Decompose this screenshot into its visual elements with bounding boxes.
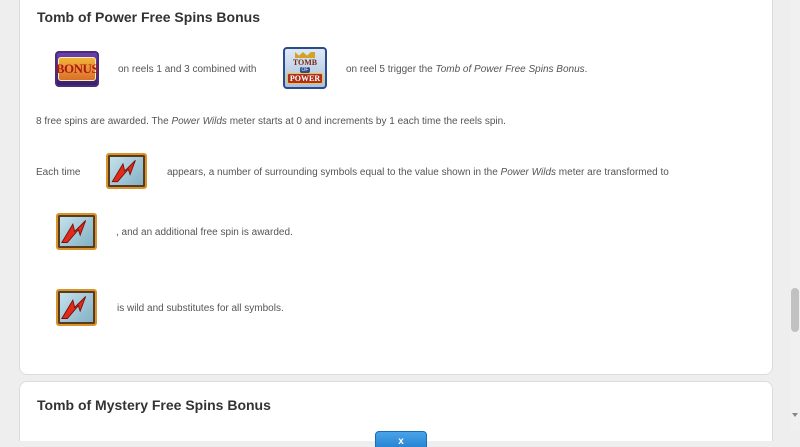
power-wild-symbol-icon <box>56 289 97 326</box>
wild-substitute-text: is wild and substitutes for all symbols. <box>117 303 284 314</box>
free-spins-text-emphasis: Power Wilds <box>171 116 227 127</box>
trigger-text-end: . <box>584 64 588 75</box>
scrollbar-thumb[interactable] <box>791 288 799 332</box>
extra-spin-text: , and an additional free spin is awarded… <box>116 227 293 238</box>
lightning-icon <box>61 296 87 319</box>
wild-transform-text-b: meter are transformed to <box>556 167 669 178</box>
lightning-icon <box>61 220 87 243</box>
power-wild-symbol-icon <box>56 213 97 250</box>
section-title: Tomb of Mystery Free Spins Bonus <box>37 397 271 413</box>
wild-transform-text: appears, a number of surrounding symbols… <box>167 167 669 178</box>
tomb-symbol-top: TOMB <box>292 58 318 67</box>
trigger-text-part1: on reels 1 and 3 combined with <box>118 64 257 75</box>
close-button[interactable]: x <box>375 431 427 447</box>
free-spins-text-b: meter starts at 0 and increments by 1 ea… <box>226 116 506 127</box>
tomb-of-power-symbol-icon: TOMB OF POWER <box>283 47 327 89</box>
section-title: Tomb of Power Free Spins Bonus <box>37 9 260 25</box>
vertical-scrollbar[interactable] <box>790 0 800 430</box>
wild-transform-text-a: appears, a number of surrounding symbols… <box>167 167 501 178</box>
wild-transform-text-emphasis: Power Wilds <box>500 167 557 178</box>
free-spins-text-a: 8 free spins are awarded. The <box>36 116 172 127</box>
crown-icon <box>295 52 315 58</box>
bonus-symbol-icon: BONUS <box>55 51 99 87</box>
power-wild-symbol-icon <box>106 153 147 189</box>
tomb-of-power-card: Tomb of Power Free Spins Bonus BONUS on … <box>19 0 773 375</box>
trigger-text-emphasis: Tomb of Power Free Spins Bonus <box>435 64 585 75</box>
lightning-icon <box>111 160 136 183</box>
each-time-text: Each time <box>36 167 81 178</box>
trigger-text-main: on reel 5 trigger the <box>346 64 436 75</box>
bonus-symbol-label: BONUS <box>56 57 99 81</box>
trigger-text-part2: on reel 5 trigger the Tomb of Power Free… <box>346 64 587 75</box>
scroll-down-arrow-icon[interactable] <box>792 413 798 417</box>
free-spins-text: 8 free spins are awarded. The Power Wild… <box>36 116 506 127</box>
tomb-symbol-power: POWER <box>286 73 324 84</box>
